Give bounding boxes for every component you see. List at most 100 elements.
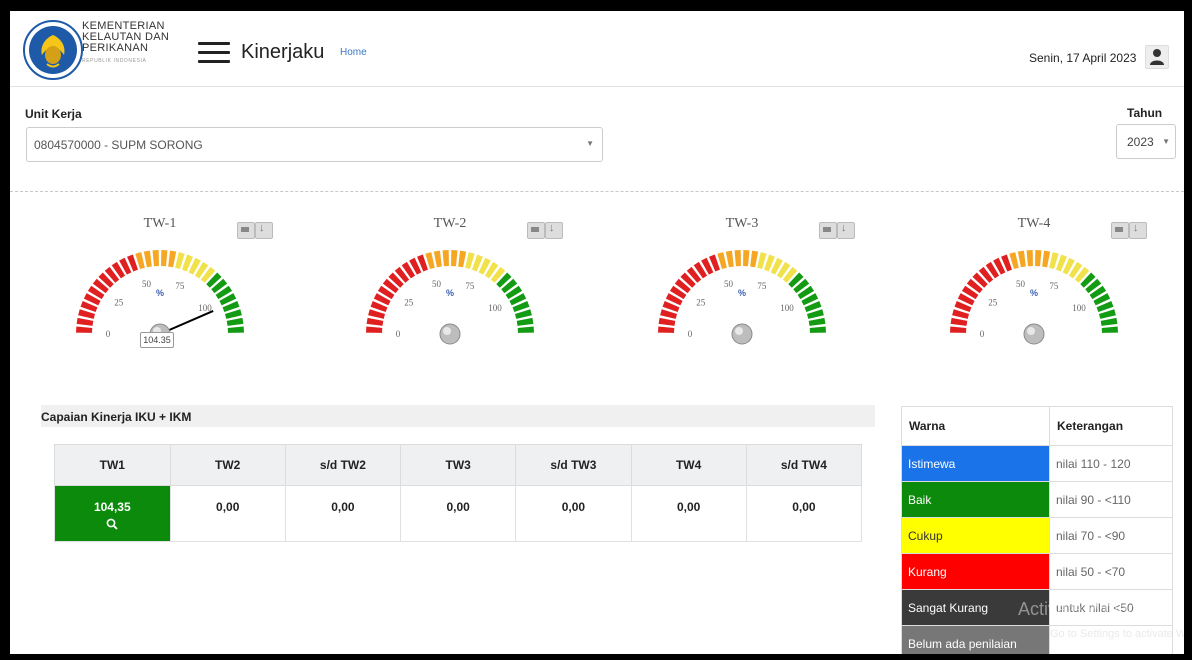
- table-row: 104,35 0,00 0,00 0,00 0,00 0,00 0,00: [54, 485, 863, 542]
- legend-desc: nilai 50 - <70: [1049, 553, 1173, 590]
- legend-swatch: Kurang: [901, 553, 1050, 590]
- legend-row: Cukup nilai 70 - <90: [901, 517, 1173, 554]
- tahun-value: 2023: [1127, 135, 1154, 149]
- gauge-band-segment: [458, 250, 467, 268]
- table-cell: 0,00: [169, 485, 286, 542]
- chevron-down-icon: ▼: [1162, 137, 1170, 146]
- gauge-band-segment: [725, 250, 734, 268]
- hamburger-menu-icon[interactable]: [198, 42, 230, 64]
- gauge-tick-label: 100: [488, 303, 502, 313]
- legend-header-warna: Warna: [901, 406, 1050, 446]
- table-cell: 0,00: [630, 485, 747, 542]
- gauge-tw4: 0 25 50 75 100% TW-4: [884, 204, 1184, 364]
- legend-row: Sangat Kurang untuk nilai <50: [901, 589, 1173, 626]
- app-title: Kinerjaku: [241, 41, 325, 63]
- gauge-band-segment: [808, 317, 826, 326]
- gauge-unit-label: %: [1030, 288, 1038, 298]
- search-icon[interactable]: [106, 518, 118, 530]
- gauge-hub-highlight: [443, 327, 451, 335]
- download-icon[interactable]: [545, 222, 563, 239]
- gauge-tick-label: 0: [980, 329, 985, 339]
- gauge-title: TW-2: [433, 216, 467, 231]
- gauge-tick-label: 50: [142, 279, 152, 289]
- gauge-band-segment: [1100, 317, 1118, 326]
- ministry-logo-icon: [23, 20, 83, 80]
- gauge-band-segment: [366, 317, 384, 326]
- download-icon[interactable]: [1129, 222, 1147, 239]
- gauge-band-segment: [1101, 326, 1118, 333]
- print-icon[interactable]: [237, 222, 255, 239]
- gauge-band-segment: [227, 326, 244, 333]
- gauge-tick-label: 75: [465, 281, 475, 291]
- gauge-tick-label: 0: [106, 329, 111, 339]
- legend-row: Kurang nilai 50 - <70: [901, 553, 1173, 590]
- legend-desc: nilai 90 - <110: [1049, 481, 1173, 518]
- top-header: KEMENTERIAN KELAUTAN DAN PERIKANAN REPUB…: [10, 11, 1184, 87]
- column-header: s/d TW2: [284, 444, 402, 486]
- tahun-label: Tahun: [1127, 106, 1163, 120]
- iku-section-title: Capaian Kinerja IKU + IKM: [41, 410, 192, 424]
- user-menu-button[interactable]: [1145, 45, 1169, 69]
- gauge-band-segment: [517, 326, 534, 333]
- download-icon[interactable]: [837, 222, 855, 239]
- gauge-unit-label: %: [446, 288, 454, 298]
- table-header-row: TW1 TW2 s/d TW2 TW3 s/d TW3 TW4 s/d TW4: [54, 444, 863, 486]
- unit-kerja-value: 0804570000 - SUPM SORONG: [34, 138, 203, 152]
- tw1-value-cell[interactable]: 104,35: [54, 485, 171, 542]
- gauge-band-segment: [161, 250, 168, 267]
- gauge-band-segment: [76, 317, 94, 326]
- legend-desc: nilai 110 - 120: [1049, 445, 1173, 482]
- print-icon[interactable]: [1111, 222, 1129, 239]
- legend-swatch: Belum ada penilaian: [901, 625, 1050, 654]
- legend-swatch: Cukup: [901, 517, 1050, 554]
- gauge-tick-label: 50: [1016, 279, 1026, 289]
- gauge-unit-label: %: [156, 288, 164, 298]
- column-header: TW2: [169, 444, 286, 486]
- legend-desc: [1049, 625, 1173, 654]
- home-breadcrumb-link[interactable]: Home: [340, 47, 367, 58]
- user-icon: [1150, 49, 1164, 65]
- table-cell: 0,00: [284, 485, 402, 542]
- gauge-tick-label: 25: [696, 297, 706, 307]
- gauge-tick-label: 25: [114, 297, 124, 307]
- org-line-3: PERIKANAN: [82, 42, 149, 54]
- current-date: Senin, 17 April 2023: [1029, 51, 1137, 65]
- gauge-band-segment: [442, 250, 449, 267]
- gauge-value-label: 104.35: [140, 332, 174, 348]
- chevron-down-icon: ▼: [586, 139, 594, 148]
- print-icon[interactable]: [527, 222, 545, 239]
- gauge-band-segment: [1017, 250, 1026, 268]
- gauge-tick-label: 75: [757, 281, 767, 291]
- iku-section-header: Capaian Kinerja IKU + IKM: [41, 405, 875, 427]
- ministry-name: KEMENTERIAN KELAUTAN DAN PERIKANAN REPUB…: [82, 21, 169, 67]
- gauge-band-segment: [658, 317, 676, 326]
- org-subtitle: REPUBLIK INDONESIA: [82, 58, 147, 64]
- unit-kerja-select[interactable]: 0804570000 - SUPM SORONG ▼: [26, 127, 603, 162]
- app-window: KEMENTERIAN KELAUTAN DAN PERIKANAN REPUB…: [10, 11, 1184, 654]
- column-header: s/d TW3: [515, 444, 632, 486]
- gauge-title: TW-4: [1017, 216, 1051, 231]
- legend-desc: nilai 70 - <90: [1049, 517, 1173, 554]
- column-header: s/d TW4: [745, 444, 863, 486]
- gauge-tick-label: 50: [724, 279, 734, 289]
- gauge-tick-label: 0: [396, 329, 401, 339]
- gauge-band-segment: [516, 317, 534, 326]
- gauge-band-segment: [226, 317, 244, 326]
- gauge-band-segment: [950, 326, 967, 333]
- print-icon[interactable]: [819, 222, 837, 239]
- gauge-hub-highlight: [1027, 327, 1035, 335]
- cell-value: 104,35: [93, 500, 131, 514]
- legend-row: Baik nilai 90 - <110: [901, 481, 1173, 518]
- gauge-band-segment: [950, 317, 968, 326]
- column-header: TW3: [400, 444, 517, 486]
- gauge-band-segment: [658, 326, 675, 333]
- gauge-tick-label: 100: [780, 303, 794, 313]
- gauge-hub: [439, 323, 461, 345]
- gauge-hub-highlight: [735, 327, 743, 335]
- gauge-band-segment: [750, 250, 759, 268]
- download-icon[interactable]: [255, 222, 273, 239]
- gauge-tick-label: 25: [988, 297, 998, 307]
- gauge-tick-label: 75: [1049, 281, 1059, 291]
- gauge-band-segment: [433, 250, 442, 268]
- tahun-select[interactable]: 2023 ▼: [1116, 124, 1176, 159]
